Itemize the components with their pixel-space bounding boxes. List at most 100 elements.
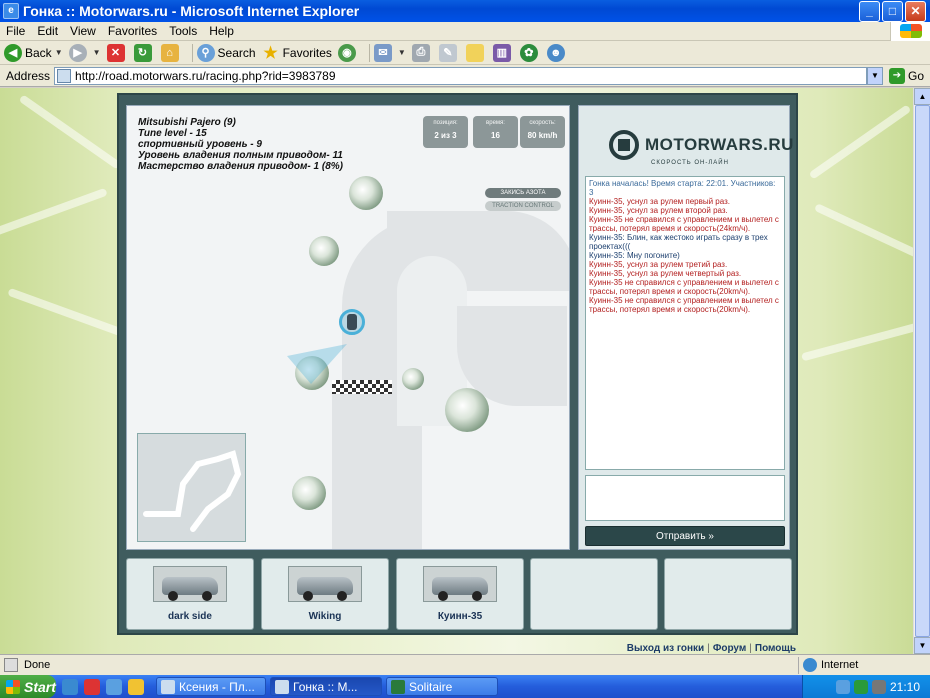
help-link[interactable]: Помощь: [755, 643, 796, 654]
player-car: [347, 314, 357, 330]
research-button[interactable]: ▥: [492, 43, 514, 62]
security-zone: Internet: [798, 656, 930, 674]
maximize-button[interactable]: □: [882, 0, 903, 22]
system-tray: 21:10: [802, 675, 930, 698]
quicklaunch-folder-icon[interactable]: [128, 678, 144, 695]
back-arrow-icon: ◀: [4, 43, 22, 62]
chat-line: Куинн-35: Мну погоните): [589, 251, 680, 260]
toolbar-divider: [368, 43, 370, 62]
back-button[interactable]: ◀ Back ▼: [4, 43, 63, 62]
snowy-tree: [349, 176, 383, 210]
menu-file[interactable]: File: [0, 24, 31, 38]
speed-stat: скорость: 80 km/h: [520, 116, 565, 148]
taskbar-button-solitaire[interactable]: Solitaire: [386, 677, 498, 696]
empty-player-slot: [664, 558, 792, 630]
mail-button[interactable]: ✉ ▼: [373, 43, 406, 62]
chat-line: Куинн-35, уснул за рулем четвертый раз.: [589, 269, 742, 278]
taskbar-button-kseniya[interactable]: Ксения - Пл...: [156, 677, 266, 696]
quicklaunch-opera-icon[interactable]: [84, 678, 100, 695]
go-button[interactable]: ➔ Go: [888, 67, 924, 84]
motorwars-logo-icon: [609, 130, 639, 160]
scroll-thumb[interactable]: [915, 105, 930, 637]
exit-race-link[interactable]: Выход из гонки: [627, 643, 704, 654]
time-stat: время: 16: [473, 116, 518, 148]
car-info: Mitsubishi Pajero (9) Tune level - 15 сп…: [138, 117, 343, 172]
title-bar: e Гонка :: Motorwars.ru - Microsoft Inte…: [0, 0, 930, 22]
people-button[interactable]: ☻: [546, 43, 568, 62]
media-button[interactable]: ◉: [337, 43, 359, 62]
menu-view[interactable]: View: [64, 24, 102, 38]
windows-flag-icon: [6, 679, 20, 694]
discuss-button[interactable]: [465, 43, 487, 62]
chat-message-input[interactable]: [585, 475, 785, 521]
volume-icon[interactable]: [871, 679, 886, 694]
start-button[interactable]: Start: [0, 675, 56, 698]
car-thumbnail: [423, 566, 497, 602]
chat-line: Куинн-35, уснул за рулем третий раз.: [589, 260, 728, 269]
address-input[interactable]: http://road.motorwars.ru/racing.php?rid=…: [54, 66, 867, 85]
traction-control-button[interactable]: TRACTION CONTROL: [485, 201, 561, 211]
toolbar-divider: [191, 43, 193, 62]
edit-icon: ✎: [438, 43, 457, 62]
search-icon: ⚲: [196, 43, 215, 62]
search-button[interactable]: ⚲ Search: [196, 43, 256, 62]
media-icon: ◉: [337, 43, 356, 62]
quicklaunch-ie-icon[interactable]: [62, 678, 78, 695]
star-icon: ★: [263, 44, 278, 62]
taskbar-button-gonka[interactable]: Гонка :: М...: [270, 677, 382, 696]
chat-line: Куинн-35, уснул за рулем первый раз.: [589, 197, 730, 206]
chat-log[interactable]: Гонка началась! Время старта: 22:01. Уча…: [585, 176, 785, 470]
favorites-button[interactable]: ★ Favorites: [262, 44, 332, 62]
messenger-icon: ✿: [519, 43, 538, 62]
player-slot[interactable]: Куинн-35: [396, 558, 524, 630]
minimap-track-shape: [143, 450, 242, 532]
chat-panel: MOTORWARS.RU СКОРОСТЬ ОН-ЛАЙН Гонка нача…: [578, 105, 793, 550]
window-title: Гонка :: Motorwars.ru - Microsoft Intern…: [23, 3, 360, 19]
edit-button[interactable]: ✎: [438, 43, 460, 62]
window-icon: [161, 679, 175, 694]
snowy-tree: [292, 476, 326, 510]
nitro-button[interactable]: ЗАКИСЬ АЗОТА: [485, 188, 561, 198]
menu-tools[interactable]: Tools: [163, 24, 203, 38]
send-button[interactable]: Отправить »: [585, 526, 785, 546]
forum-link[interactable]: Форум: [713, 643, 746, 654]
status-bar: Done Internet: [0, 654, 930, 675]
race-track[interactable]: Mitsubishi Pajero (9) Tune level - 15 сп…: [126, 105, 570, 550]
address-bar: Address http://road.motorwars.ru/racing.…: [0, 65, 930, 87]
player-slot[interactable]: Wiking: [261, 558, 389, 630]
quicklaunch-email-icon[interactable]: [106, 678, 122, 695]
refresh-button[interactable]: ↻: [133, 43, 155, 62]
player-slot[interactable]: dark side: [126, 558, 254, 630]
solitaire-icon: [391, 679, 405, 694]
icq-icon[interactable]: [853, 679, 868, 694]
messenger-button[interactable]: ✿: [519, 43, 541, 62]
print-button[interactable]: ⎙: [411, 43, 433, 62]
scroll-down-arrow[interactable]: ▼: [914, 637, 930, 654]
minimize-button[interactable]: _: [859, 0, 880, 22]
chat-line: Куинн-35, уснул за рулем второй раз.: [589, 206, 728, 215]
forward-button[interactable]: ▶ ▼: [68, 43, 101, 62]
player-cars-bar: dark side Wiking Куинн-35: [126, 558, 793, 630]
clock: 21:10: [889, 679, 920, 694]
menu-bar: File Edit View Favorites Tools Help: [0, 21, 930, 41]
palm-leaf-decoration: [7, 287, 123, 337]
page-content: Mitsubishi Pajero (9) Tune level - 15 сп…: [0, 88, 930, 654]
stop-button[interactable]: ✕: [106, 43, 128, 62]
toolbar: ◀ Back ▼ ▶ ▼ ✕ ↻ ⌂ ⚲ Search ★ Favorites ◉ …: [0, 41, 930, 65]
print-icon: ⎙: [411, 43, 430, 62]
network-icon[interactable]: [835, 679, 850, 694]
player-name: dark side: [168, 611, 212, 622]
menu-favorites[interactable]: Favorites: [102, 24, 163, 38]
snowy-tree: [309, 236, 339, 266]
menu-help[interactable]: Help: [203, 24, 240, 38]
address-dropdown[interactable]: ▼: [866, 66, 883, 85]
close-button[interactable]: ✕: [905, 0, 926, 22]
scroll-up-arrow[interactable]: ▲: [914, 88, 930, 105]
chat-line: Куинн-35 не справился с управлением и вы…: [589, 296, 779, 314]
track-minimap: [137, 433, 246, 542]
home-button[interactable]: ⌂: [160, 43, 182, 62]
position-stat: позиция: 2 из 3: [423, 116, 468, 148]
vertical-scrollbar[interactable]: ▲ ▼: [913, 88, 930, 654]
page-icon: [57, 68, 72, 83]
menu-edit[interactable]: Edit: [31, 24, 64, 38]
